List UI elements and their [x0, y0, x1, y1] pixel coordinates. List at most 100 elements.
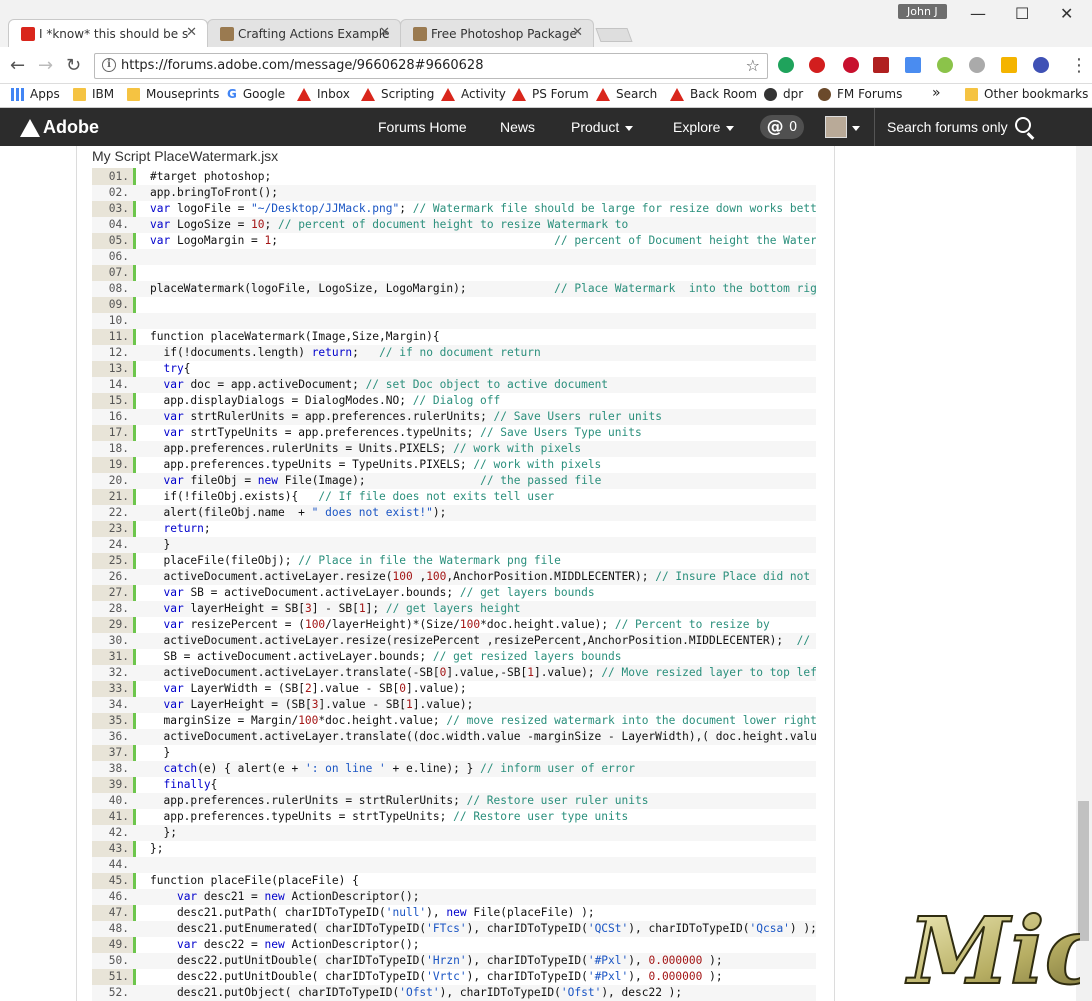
line-number: 16. — [108, 410, 129, 423]
bookmark-ibm[interactable]: IBM — [73, 87, 114, 101]
bookmark-ps-forum[interactable]: PS Forum — [512, 87, 589, 101]
code-line: 37. } — [92, 745, 816, 761]
code-block[interactable]: 01. #target photoshop; 02. app.bringToFront… — [92, 168, 816, 1001]
puzzle-extension-icon[interactable] — [969, 57, 985, 73]
line-number: 14. — [108, 378, 129, 391]
nav-forums-home[interactable]: Forums Home — [378, 119, 467, 135]
code-text: placeFile(fileObj); // Place in file the… — [150, 554, 561, 567]
reload-icon[interactable]: ↻ — [66, 55, 81, 76]
nav-news[interactable]: News — [500, 119, 535, 135]
bookmark-search[interactable]: Search — [596, 87, 657, 101]
adobe-icon — [596, 87, 610, 101]
bookmark-mouseprints[interactable]: Mouseprints — [127, 87, 219, 101]
maximize-icon[interactable]: ☐ — [1015, 4, 1029, 23]
code-line: 45. function placeFile(placeFile) { — [92, 873, 816, 889]
translate-extension-icon[interactable] — [905, 57, 921, 73]
chrome-extension-icon[interactable] — [937, 57, 953, 73]
back-arrow-icon[interactable]: ← — [10, 55, 25, 76]
line-number: 38. — [108, 762, 129, 775]
page-content: My Script PlaceWatermark.jsx 01. #target … — [0, 146, 1092, 1001]
close-tab-icon[interactable]: ✕ — [186, 25, 197, 40]
chevron-down-icon[interactable] — [852, 126, 860, 131]
line-number: 27. — [108, 586, 129, 599]
code-line: 21. if(!fileObj.exists){ // If file does… — [92, 489, 816, 505]
line-number: 09. — [108, 298, 129, 311]
chrome-menu-icon[interactable]: ⋮ — [1070, 55, 1088, 76]
adobe-logo[interactable]: Adobe — [20, 117, 99, 138]
code-text: #target photoshop; — [150, 170, 272, 183]
site-info-icon[interactable]: i — [102, 58, 116, 72]
line-number: 31. — [108, 650, 129, 663]
bookmarks-overflow-button[interactable]: » — [932, 85, 941, 101]
code-line: 46. var desc21 = new ActionDescriptor(); — [92, 889, 816, 905]
adobe-navbar: Adobe Forums Home News Product Explore @… — [0, 108, 1092, 146]
shield-extension-icon[interactable] — [843, 57, 859, 73]
code-line: 36. activeDocument.activeLayer.translate… — [92, 729, 816, 745]
bookmark-fm-forums[interactable]: FM Forums — [818, 87, 902, 101]
avatar[interactable] — [825, 116, 847, 138]
code-line: 08. placeWatermark(logoFile, LogoSize, Lo… — [92, 281, 816, 297]
code-text: activeDocument.activeLayer.translate(-SB… — [150, 666, 816, 679]
vpn-extension-icon[interactable] — [1033, 57, 1049, 73]
nav-product[interactable]: Product — [571, 119, 634, 135]
code-line: 44. — [92, 857, 816, 873]
code-text: catch(e) { alert(e + ': on line ' + e.li… — [163, 762, 635, 775]
code-line: 48. desc21.putEnumerated( charIDToTypeID… — [92, 921, 816, 937]
line-number: 18. — [108, 442, 129, 455]
bookmark-google[interactable]: G Google — [227, 87, 285, 101]
bookmark-label: Scripting — [381, 87, 435, 101]
code-block-title: My Script PlaceWatermark.jsx — [92, 148, 279, 164]
code-line: 52. desc21.putObject( charIDToTypeID('Of… — [92, 985, 816, 1001]
folder-icon — [73, 87, 86, 101]
close-window-icon[interactable]: ✕ — [1060, 4, 1073, 23]
code-line: 47. desc21.putPath( charIDToTypeID('null… — [92, 905, 816, 921]
opera-extension-icon[interactable] — [809, 57, 825, 73]
book-extension-icon[interactable] — [873, 57, 889, 73]
line-number: 28. — [108, 602, 129, 615]
bookmark-star-icon[interactable]: ☆ — [746, 56, 760, 75]
fm-icon — [818, 87, 831, 101]
line-number: 19. — [108, 458, 129, 471]
mentions-button[interactable]: @0 — [760, 115, 804, 139]
bookmark-apps[interactable]: Apps — [11, 87, 60, 101]
watermark-text: Mick — [905, 897, 1080, 997]
search-forums-label[interactable]: Search forums only — [887, 119, 1008, 135]
tab-photoshop-package[interactable]: Free Photoshop Package ✕ — [400, 19, 594, 47]
folder-icon — [127, 87, 140, 101]
code-text: alert(fileObj.name + " does not exist!")… — [150, 506, 447, 519]
search-icon[interactable] — [1015, 117, 1031, 133]
code-line: 17. var strtTypeUnits = app.preferences.… — [92, 425, 816, 441]
close-tab-icon[interactable]: ✕ — [572, 25, 583, 40]
code-line: 24. } — [92, 537, 816, 553]
minimize-icon[interactable]: — — [970, 4, 986, 23]
bookmark-activity[interactable]: Activity — [441, 87, 506, 101]
close-tab-icon[interactable]: ✕ — [379, 25, 390, 40]
at-icon: @ — [766, 117, 784, 137]
nav-explore[interactable]: Explore — [673, 119, 735, 135]
code-text: desc22.putUnitDouble( charIDToTypeID('Hr… — [150, 954, 723, 967]
bookmark-dpr[interactable]: dpr — [764, 87, 803, 101]
grammarly-extension-icon[interactable] — [778, 57, 794, 73]
profile-chip[interactable]: John J — [898, 4, 947, 19]
code-text: var LogoSize = 10; // percent of documen… — [150, 218, 629, 231]
tab-crafting-actions[interactable]: Crafting Actions Example ✕ — [207, 19, 401, 47]
mick-watermark-logo: Mick — [904, 896, 1080, 997]
code-text: desc21.putPath( charIDToTypeID('null'), … — [150, 906, 595, 919]
bookmarks-bar: Apps IBM Mouseprints G Google Inbox Scrip… — [0, 84, 1092, 108]
notification-count: 0 — [789, 119, 798, 135]
code-line: 04. var LogoSize = 10; // percent of docu… — [92, 217, 816, 233]
new-tab-button[interactable] — [595, 28, 633, 42]
code-text: function placeWatermark(Image,Size,Margi… — [150, 330, 440, 343]
forward-arrow-icon[interactable]: → — [38, 55, 53, 76]
code-line: 41. app.preferences.typeUnits = strtType… — [92, 809, 816, 825]
keep-extension-icon[interactable] — [1001, 57, 1017, 73]
tab-label: Crafting Actions Example — [238, 26, 390, 41]
other-bookmarks[interactable]: Other bookmarks — [965, 87, 1088, 101]
bookmark-back-room[interactable]: Back Room — [670, 87, 757, 101]
tab-active[interactable]: I *know* this should be s ✕ — [8, 19, 208, 47]
address-bar[interactable]: i https://forums.adobe.com/message/96606… — [94, 53, 768, 79]
line-number: 50. — [108, 954, 129, 967]
url-text[interactable]: https://forums.adobe.com/message/9660628… — [121, 58, 483, 73]
bookmark-scripting[interactable]: Scripting — [361, 87, 434, 101]
bookmark-inbox[interactable]: Inbox — [297, 87, 350, 101]
